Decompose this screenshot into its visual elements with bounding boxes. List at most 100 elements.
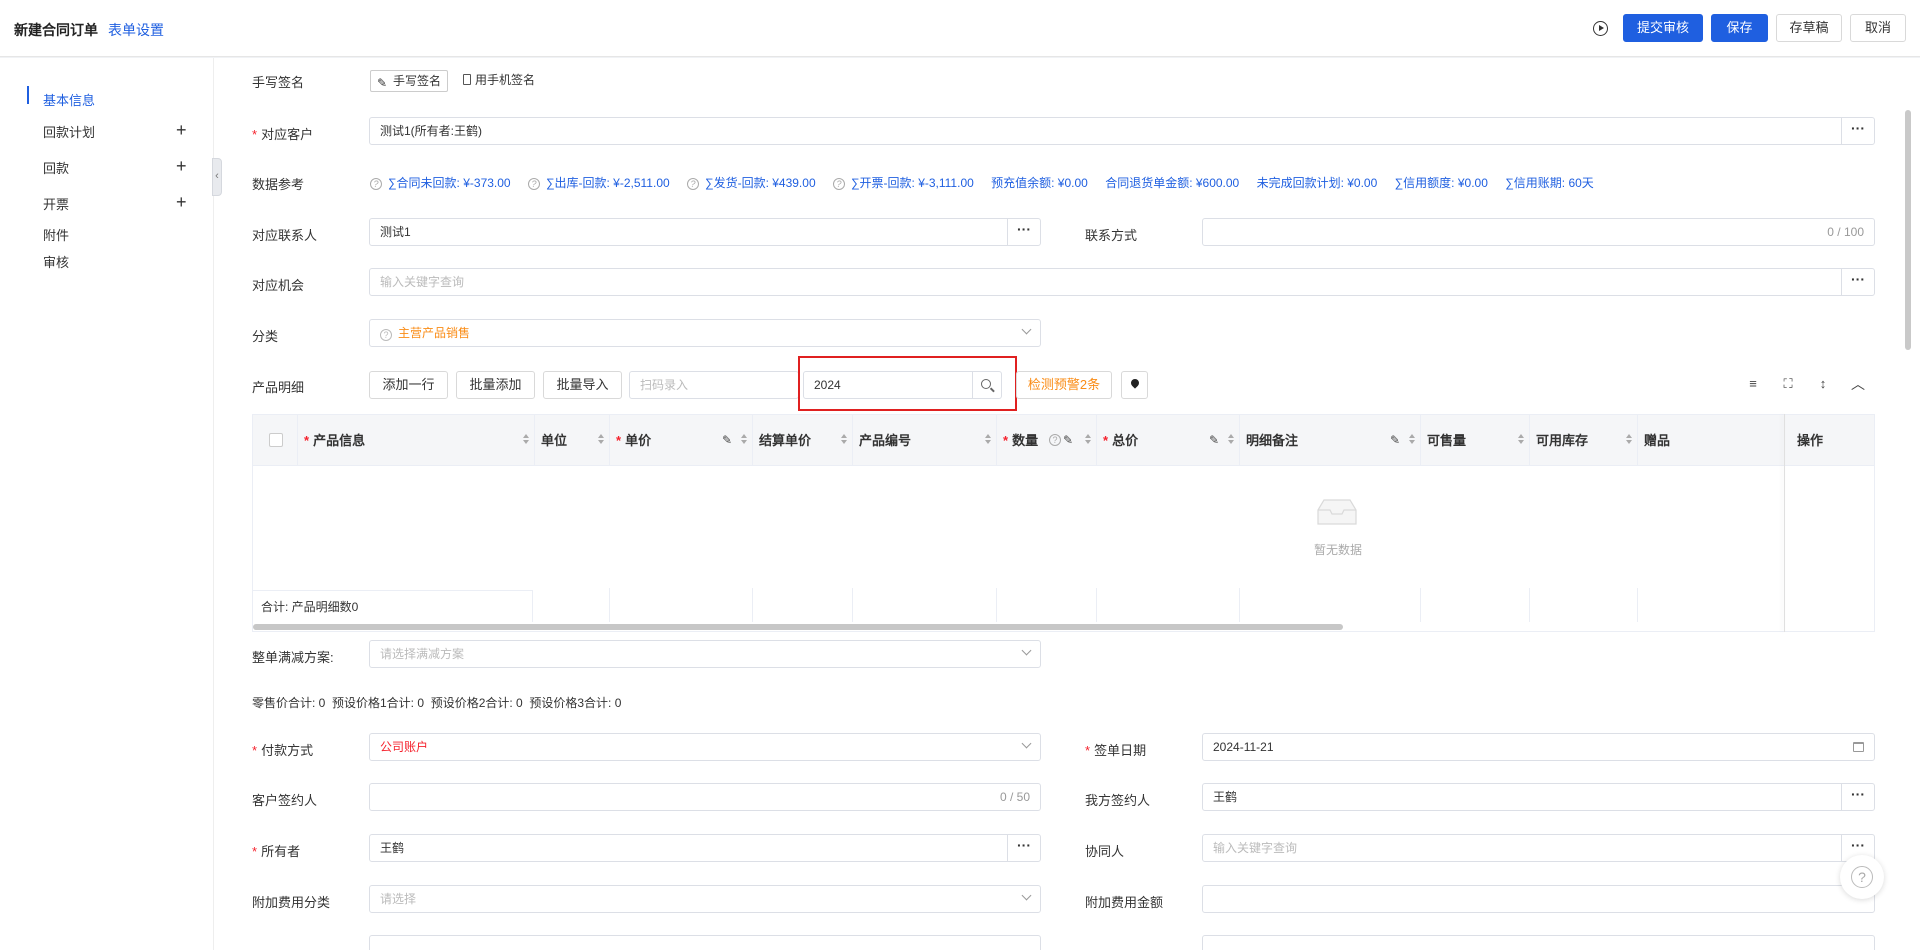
- contact-method-field[interactable]: 0 / 100: [1202, 218, 1875, 246]
- ref-item: ? ∑合同未回款: ¥-373.00: [370, 176, 511, 190]
- more-icon[interactable]: ···: [1007, 219, 1040, 245]
- ref-item: ? ∑发货-回款: ¥439.00: [687, 176, 816, 190]
- form-setting-link[interactable]: 表单设置: [108, 20, 164, 40]
- chevron-down-icon: [1021, 738, 1032, 749]
- cancel-button[interactable]: 取消: [1850, 14, 1906, 42]
- contact-label: 对应联系人: [252, 228, 318, 243]
- customer-field[interactable]: 测试1(所有者:王鹤) ···: [369, 117, 1875, 145]
- contact-field[interactable]: 测试1 ···: [369, 218, 1041, 246]
- select-all-checkbox[interactable]: [269, 433, 283, 447]
- next-row-field[interactable]: [369, 935, 1041, 950]
- help-button[interactable]: ?: [1840, 855, 1884, 899]
- horizontal-scrollbar[interactable]: [253, 624, 1343, 630]
- col-total-price[interactable]: * 总价 ✎: [1097, 415, 1240, 466]
- save-draft-button[interactable]: 存草稿: [1776, 14, 1842, 42]
- help-icon: ?: [1049, 434, 1061, 446]
- vertical-scrollbar[interactable]: [1905, 110, 1911, 350]
- batch-import-button[interactable]: 批量导入: [543, 371, 622, 399]
- product-search-input[interactable]: 2024: [803, 371, 973, 399]
- column-divider: [1420, 588, 1421, 622]
- empty-text: 暂无数据: [1314, 543, 1363, 557]
- edit-icon: ✎: [722, 433, 733, 447]
- phone-sign-button[interactable]: 用手机签名: [463, 71, 535, 88]
- ref-item: 合同退货单金额: ¥600.00: [1105, 176, 1240, 190]
- add-row-button[interactable]: 添加一行: [369, 371, 448, 399]
- page-title: 新建合同订单: [14, 22, 98, 38]
- search-icon[interactable]: [972, 371, 1002, 399]
- nav-item-basic-info[interactable]: 基本信息: [43, 90, 95, 109]
- pen-icon: ✎: [377, 76, 388, 90]
- opportunity-label: 对应机会: [252, 278, 305, 293]
- customer-signer-field[interactable]: 0 / 50: [369, 783, 1041, 811]
- handwrite-sign-button[interactable]: ✎ 手写签名: [370, 70, 449, 92]
- extra-fee-type-label: 附加费用分类: [252, 895, 331, 910]
- next-row-field[interactable]: [1202, 935, 1875, 950]
- nav-item-payment[interactable]: 回款: [43, 158, 69, 177]
- row-height-icon[interactable]: ≡: [1745, 376, 1761, 392]
- more-icon[interactable]: ···: [1841, 118, 1874, 144]
- sign-date-label: * 签单日期: [1085, 743, 1147, 758]
- edit-icon: ✎: [1063, 433, 1074, 447]
- payment-select[interactable]: 公司账户: [369, 733, 1041, 761]
- nav-item-attachment[interactable]: 附件: [43, 225, 69, 244]
- price-summary: 零售价合计: 0 预设价格1合计: 0 预设价格2合计: 0 预设价格3合计: …: [252, 696, 622, 710]
- more-icon[interactable]: ···: [1841, 269, 1874, 295]
- location-pin-icon[interactable]: [1121, 371, 1148, 399]
- col-available-stock[interactable]: 可用库存: [1530, 415, 1638, 466]
- column-divider: [752, 588, 753, 622]
- more-icon[interactable]: ···: [1841, 784, 1874, 810]
- signature-label: 手写签名: [252, 75, 305, 90]
- add-payment-plan-icon[interactable]: +: [176, 121, 187, 139]
- column-divider: [996, 588, 997, 622]
- question-icon: ?: [1851, 866, 1873, 888]
- nav-item-review[interactable]: 审核: [43, 252, 69, 271]
- category-select[interactable]: ? 主营产品销售: [369, 319, 1041, 347]
- col-gift[interactable]: 赠品: [1638, 415, 1785, 466]
- col-unit[interactable]: 单位: [535, 415, 610, 466]
- summary-row: 合计: 产品明细数0: [253, 590, 533, 622]
- add-invoice-icon[interactable]: +: [176, 193, 187, 211]
- batch-add-button[interactable]: 批量添加: [456, 371, 535, 399]
- col-settle-price[interactable]: 结算单价: [753, 415, 853, 466]
- scan-input[interactable]: 扫码录入: [629, 371, 799, 399]
- customer-signer-label: 客户签约人: [252, 793, 318, 808]
- ref-item: 未完成回款计划: ¥0.00: [1256, 176, 1378, 190]
- col-saleable[interactable]: 可售量: [1421, 415, 1530, 466]
- opportunity-field[interactable]: 输入关键字查询 ···: [369, 268, 1875, 296]
- add-payment-icon[interactable]: +: [176, 157, 187, 175]
- expand-vertical-icon[interactable]: ↕: [1815, 376, 1831, 392]
- col-quantity[interactable]: * 数量? ✎: [997, 415, 1097, 466]
- collaborator-field[interactable]: 输入关键字查询 ···: [1202, 834, 1875, 862]
- products-label: 产品明细: [252, 380, 305, 395]
- col-product-info[interactable]: * 产品信息: [298, 415, 535, 466]
- col-unit-price[interactable]: * 单价 ✎: [610, 415, 753, 466]
- nav-item-payment-plan[interactable]: 回款计划: [43, 122, 95, 141]
- save-button[interactable]: 保存: [1711, 14, 1768, 42]
- our-signer-field[interactable]: 王鹤 ···: [1202, 783, 1875, 811]
- collaborator-label: 协同人: [1085, 844, 1125, 859]
- nav-item-invoice[interactable]: 开票: [43, 194, 69, 213]
- edit-icon: ✎: [1209, 433, 1220, 447]
- extra-fee-amount-field[interactable]: [1202, 885, 1875, 913]
- warning-check-button[interactable]: 检测预警2条: [1016, 371, 1112, 399]
- sign-date-picker[interactable]: 2024-11-21: [1202, 733, 1875, 761]
- payment-label: * 付款方式: [252, 743, 314, 758]
- col-product-code[interactable]: 产品编号: [853, 415, 997, 466]
- phone-icon: [463, 74, 471, 85]
- owner-field[interactable]: 王鹤 ···: [369, 834, 1041, 862]
- select-all-cell: [253, 415, 298, 466]
- discount-select[interactable]: 请选择满减方案: [369, 640, 1041, 668]
- extra-fee-type-select[interactable]: 请选择: [369, 885, 1041, 913]
- collapse-sidebar-handle[interactable]: ‹: [212, 158, 222, 196]
- col-detail-note[interactable]: 明细备注 ✎: [1240, 415, 1421, 466]
- our-signer-label: 我方签约人: [1085, 793, 1151, 808]
- category-label: 分类: [252, 329, 279, 344]
- fullscreen-icon[interactable]: ⛶: [1780, 376, 1796, 392]
- more-icon[interactable]: ···: [1007, 835, 1040, 861]
- ref-item: 预充值余额: ¥0.00: [991, 176, 1088, 190]
- chevron-up-icon[interactable]: ︿: [1850, 376, 1866, 392]
- play-icon[interactable]: [1593, 21, 1608, 36]
- submit-review-button[interactable]: 提交审核: [1623, 14, 1703, 42]
- ref-item: ? ∑开票-回款: ¥-3,111.00: [832, 176, 974, 190]
- ref-item: ∑信用账期: 60天: [1505, 176, 1594, 190]
